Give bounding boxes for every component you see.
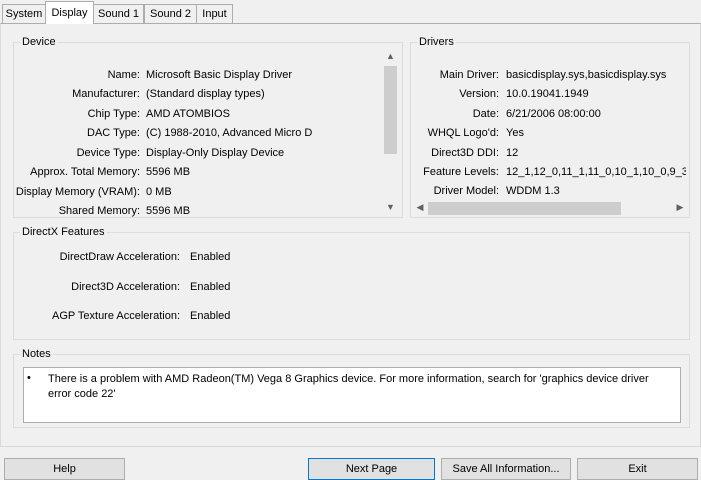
device-name-label: Name:	[107, 69, 140, 81]
device-shared-memory-value: 5596 MB	[146, 205, 191, 217]
notes-title: Notes	[20, 348, 53, 360]
drivers-feature-levels-value: 12_1,12_0,11_1,11_0,10_1,10_0,9_3	[506, 166, 686, 178]
drivers-scroll-thumb[interactable]	[428, 202, 621, 215]
scroll-up-arrow-icon[interactable]: ▲	[382, 51, 399, 61]
tab-display[interactable]: Display	[45, 1, 94, 24]
device-manufacturer-value: (Standard display types)	[146, 88, 265, 100]
device-chip-type-value: AMD ATOMBIOS	[146, 108, 230, 120]
device-shared-memory-label: Shared Memory:	[58, 205, 140, 217]
tab-system[interactable]: System	[2, 4, 46, 23]
save-all-information-button[interactable]: Save All Information...	[441, 458, 571, 480]
device-total-memory-label: Approx. Total Memory:	[30, 166, 140, 178]
exit-button[interactable]: Exit	[577, 458, 698, 480]
device-group: Device Name: Microsoft Basic Display Dri…	[13, 36, 403, 218]
directdraw-acceleration-value: Enabled	[190, 251, 231, 263]
help-button[interactable]: Help	[4, 458, 125, 480]
drivers-group: Drivers Main Driver: basicdisplay.sys,ba…	[410, 36, 690, 218]
device-list[interactable]: Name: Microsoft Basic Display Driver Man…	[14, 55, 384, 217]
directx-row-directdraw: DirectDraw Acceleration: Enabled	[14, 248, 414, 266]
directx-features-group: DirectX Features DirectDraw Acceleration…	[13, 226, 690, 340]
direct3d-acceleration-value: Enabled	[190, 281, 231, 293]
device-chip-type-label: Chip Type:	[87, 108, 140, 120]
drivers-version-label: Version:	[459, 88, 499, 100]
drivers-date-value: 6/21/2006 08:00:00	[506, 108, 601, 120]
drivers-version-value: 10.0.19041.1949	[506, 88, 589, 100]
direct3d-acceleration-label: Direct3D Acceleration:	[71, 281, 180, 293]
drivers-whql-value: Yes	[506, 127, 524, 139]
notes-group: Notes • There is a problem with AMD Rade…	[13, 348, 690, 428]
scroll-right-arrow-icon[interactable]: ▶	[673, 202, 687, 213]
notes-text: There is a problem with AMD Radeon(TM) V…	[48, 373, 649, 400]
device-dac-type-value: (C) 1988-2010, Advanced Micro D	[146, 127, 313, 139]
drivers-group-title: Drivers	[417, 36, 456, 48]
device-group-title: Device	[20, 36, 58, 48]
device-name-value: Microsoft Basic Display Driver	[146, 69, 293, 81]
device-manufacturer-label: Manufacturer:	[72, 88, 140, 100]
drivers-feature-levels-label: Feature Levels:	[423, 166, 499, 178]
scroll-left-arrow-icon[interactable]: ◀	[413, 202, 427, 213]
drivers-main-driver-label: Main Driver:	[439, 69, 499, 81]
next-page-button[interactable]: Next Page	[308, 458, 435, 480]
drivers-driver-model-value: WDDM 1.3	[506, 185, 560, 195]
drivers-date-label: Date:	[472, 108, 499, 120]
device-vertical-scrollbar[interactable]: ▲ ▼	[382, 51, 399, 217]
tab-sound-1[interactable]: Sound 1	[93, 4, 144, 23]
drivers-main-driver-value: basicdisplay.sys,basicdisplay.sys	[506, 69, 667, 81]
drivers-whql-label: WHQL Logo'd:	[427, 127, 499, 139]
device-total-memory-value: 5596 MB	[146, 166, 191, 178]
directx-features-title: DirectX Features	[20, 226, 107, 238]
scroll-down-arrow-icon[interactable]: ▼	[382, 202, 399, 212]
device-vram-label: Display Memory (VRAM):	[15, 186, 140, 198]
device-dac-type-label: DAC Type:	[87, 127, 140, 139]
drivers-d3d-ddi-label: Direct3D DDI:	[431, 147, 499, 159]
drivers-driver-model-label: Driver Model:	[433, 185, 499, 195]
device-device-type-label: Device Type:	[76, 147, 140, 159]
directx-row-direct3d: Direct3D Acceleration: Enabled	[14, 278, 414, 296]
device-scroll-thumb[interactable]	[384, 66, 397, 154]
notes-bullet: •	[27, 372, 31, 384]
device-device-type-value: Display-Only Display Device	[146, 147, 285, 159]
directx-row-agp: AGP Texture Acceleration: Enabled	[14, 307, 414, 325]
tab-input[interactable]: Input	[196, 4, 233, 23]
agp-texture-acceleration-label: AGP Texture Acceleration:	[52, 310, 180, 322]
drivers-list[interactable]: Main Driver: basicdisplay.sys,basicdispl…	[411, 55, 689, 195]
tab-sound-2[interactable]: Sound 2	[144, 4, 197, 23]
drivers-d3d-ddi-value: 12	[506, 147, 519, 159]
drivers-horizontal-scrollbar[interactable]: ◀ ▶	[413, 200, 687, 217]
agp-texture-acceleration-value: Enabled	[190, 310, 231, 322]
notes-textbox[interactable]: • There is a problem with AMD Radeon(TM)…	[23, 367, 681, 423]
directdraw-acceleration-label: DirectDraw Acceleration:	[59, 251, 180, 263]
device-vram-value: 0 MB	[146, 186, 172, 198]
tab-strip: System Display Sound 1 Sound 2 Input	[0, 0, 701, 24]
